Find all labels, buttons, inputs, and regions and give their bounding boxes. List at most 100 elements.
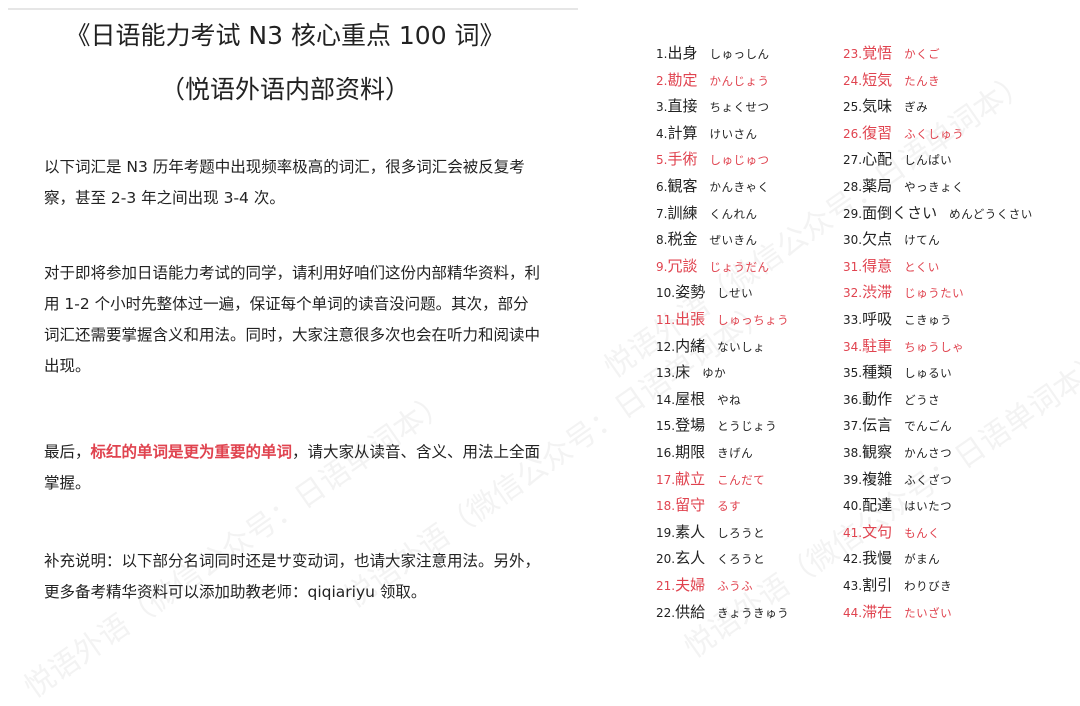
vocab-row: 43.割引 わりびき (843, 572, 952, 599)
vocab-row: 4.計算 けいさん (656, 120, 757, 147)
vocab-reading: じょうだん (709, 259, 770, 274)
vocab-row: 7.訓練 くんれん (656, 200, 757, 227)
vocab-reading: しゅっちょう (717, 313, 790, 327)
vocab-row: 27.心配 しんぱい (843, 146, 952, 173)
vocab-number: 4. (656, 126, 668, 141)
vocab-row: 17.献立 こんだて (656, 466, 765, 493)
vocab-word: 薬局 (862, 177, 893, 195)
vocab-reading: でんごん (904, 419, 953, 434)
vocab-word: 訓練 (667, 203, 698, 222)
vocab-reading: がまん (904, 552, 941, 567)
vocab-number: 8. (656, 233, 668, 248)
vocab-word: 文句 (862, 522, 893, 541)
vocab-row: 25.気味 ぎみ (843, 93, 928, 120)
vocab-number: 1. (656, 47, 668, 61)
vocab-reading: こきゅう (904, 313, 953, 327)
vocab-number: 7. (656, 206, 668, 221)
vocab-word: 得意 (862, 256, 893, 275)
vocab-number: 17. (656, 472, 676, 487)
vocab-word: 登場 (675, 416, 706, 435)
vocab-number: 10. (656, 286, 676, 301)
vocab-reading: めんどうくさい (949, 206, 1033, 221)
vocab-word: 復習 (862, 123, 893, 142)
vocab-row: 5.手術 しゅじゅつ (656, 146, 769, 173)
vocab-word: 留守 (675, 496, 706, 515)
vocab-reading: きょうきゅう (717, 605, 790, 620)
vocab-number: 27. (843, 153, 863, 168)
vocab-word: 姿勢 (675, 283, 706, 302)
intro-paragraph-2: 对于即将参加日语能力考试的同学，请利用好咱们这份内部精华资料，利用 1-2 个小… (44, 264, 541, 375)
vocab-reading: ふくざつ (904, 472, 953, 487)
vocab-number: 23. (843, 47, 863, 61)
vocab-reading: るす (717, 499, 742, 514)
vocab-word: 冗談 (667, 256, 698, 275)
vocab-row: 34.駐車 ちゅうしゃ (843, 333, 964, 360)
vocab-reading: もんく (904, 525, 941, 540)
vocab-row: 24.短気 たんき (843, 67, 940, 94)
vocab-number: 36. (843, 392, 863, 407)
vocab-word: 献立 (675, 469, 706, 488)
vocab-word: 滞在 (862, 602, 893, 621)
vocab-row: 14.屋根 やね (656, 386, 741, 413)
vocab-row: 18.留守 るす (656, 492, 741, 519)
vocab-reading: ちゅうしゃ (904, 339, 965, 354)
vocab-number: 6. (656, 180, 668, 194)
vocab-reading: くんれん (709, 206, 758, 221)
vocab-row: 36.動作 どうさ (843, 386, 940, 413)
vocab-row: 20.玄人 くろうと (656, 545, 765, 572)
vocab-word: 手術 (667, 150, 698, 169)
vocab-number: 39. (843, 472, 863, 487)
vocab-word: 素人 (675, 522, 706, 541)
vocab-word: 出張 (675, 310, 706, 328)
vocab-reading: しんぱい (904, 153, 953, 168)
vocab-reading: とくい (904, 259, 940, 274)
vocab-row: 10.姿勢 しせい (656, 279, 753, 306)
vocab-number: 3. (656, 100, 668, 115)
page-subtitle: （悦语外语内部资料） (159, 75, 410, 104)
vocab-number: 16. (656, 446, 676, 460)
vocab-row: 32.渋滞 じゅうたい (843, 279, 964, 306)
vocab-number: 11. (656, 313, 676, 327)
vocab-word: 玄人 (675, 549, 706, 568)
vocab-reading: とうじょう (717, 419, 778, 434)
vocab-row: 1.出身 しゅっしん (656, 40, 769, 67)
vocab-number: 41. (843, 525, 863, 540)
vocab-number: 28. (843, 180, 863, 194)
vocab-number: 30. (843, 233, 863, 248)
vocab-reading: ゆか (702, 366, 727, 381)
vocab-word: 割引 (862, 576, 893, 594)
vocab-row: 9.冗談 じょうだん (656, 253, 769, 280)
vocab-number: 26. (843, 126, 863, 141)
vocab-row: 16.期限 きげん (656, 439, 753, 466)
vocab-row: 21.夫婦 ふうふ (656, 572, 753, 599)
vocab-row: 35.種類 しゅるい (843, 359, 952, 386)
vocab-number: 25. (843, 100, 863, 115)
vocab-word: 夫婦 (675, 576, 706, 594)
vocab-word: 覚悟 (862, 44, 893, 62)
vocab-number: 29. (843, 206, 863, 221)
vocab-word: 内緒 (675, 336, 706, 355)
vocab-word: 我慢 (862, 549, 893, 568)
vocab-row: 8.税金 ぜいきん (656, 226, 757, 253)
vocab-word: 気味 (862, 97, 893, 116)
vocab-reading: けてん (904, 233, 941, 248)
vocab-reading: しせい (717, 286, 754, 301)
vocab-number: 20. (656, 552, 676, 567)
vocab-reading: かんきゃく (709, 180, 770, 194)
vocab-number: 42. (843, 552, 863, 567)
vocab-number: 24. (843, 73, 863, 88)
vocab-number: 38. (843, 446, 863, 460)
vocab-row: 38.観察 かんさつ (843, 439, 952, 466)
vocab-word: 直接 (667, 97, 698, 116)
vocab-word: 動作 (862, 389, 893, 408)
vocab-number: 14. (656, 392, 676, 407)
vocab-reading: どうさ (904, 392, 941, 407)
vocab-row: 2.勘定 かんじょう (656, 67, 769, 94)
vocab-word: 駐車 (862, 336, 893, 355)
vocab-reading: かんさつ (904, 446, 953, 460)
vocab-row: 11.出張 しゅっちょう (656, 306, 789, 333)
vocab-number: 34. (843, 339, 863, 354)
vocab-number: 44. (843, 605, 863, 620)
vocab-number: 2. (656, 73, 668, 88)
vocab-word: 心配 (862, 150, 893, 169)
